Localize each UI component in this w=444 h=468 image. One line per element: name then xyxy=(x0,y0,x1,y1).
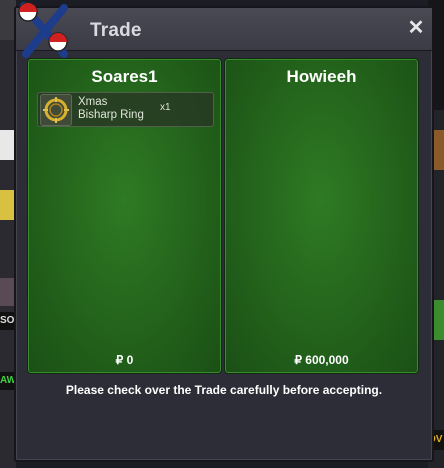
trader-name: Soares1 xyxy=(91,67,158,86)
trade-window: Trade ✕ Soares1 Xmas Bisharp Ring x1 ₽ 0… xyxy=(14,2,434,462)
ring-icon xyxy=(40,94,72,126)
trader-name: Howieeh xyxy=(286,67,357,86)
item-name: Xmas Bisharp Ring xyxy=(78,96,144,122)
item-quantity: x1 xyxy=(160,102,171,113)
trade-notice: Please check over the Trade carefully be… xyxy=(65,383,383,397)
pokeball-logo-icon xyxy=(18,2,68,58)
item-name-line: Xmas xyxy=(78,96,108,108)
money-offer: ₽ 600,000 xyxy=(294,353,349,367)
window-title: Trade xyxy=(90,20,142,41)
trade-item-slot[interactable]: Xmas Bisharp Ring x1 xyxy=(37,92,214,127)
money-offer: ₽ 0 xyxy=(115,353,134,367)
trader-panel-right: Howieeh ₽ 600,000 xyxy=(224,58,419,374)
item-name-line: Bisharp Ring xyxy=(78,109,144,121)
trader-panel-left: Soares1 Xmas Bisharp Ring x1 ₽ 0 xyxy=(27,58,222,374)
close-button[interactable]: ✕ xyxy=(406,18,426,38)
